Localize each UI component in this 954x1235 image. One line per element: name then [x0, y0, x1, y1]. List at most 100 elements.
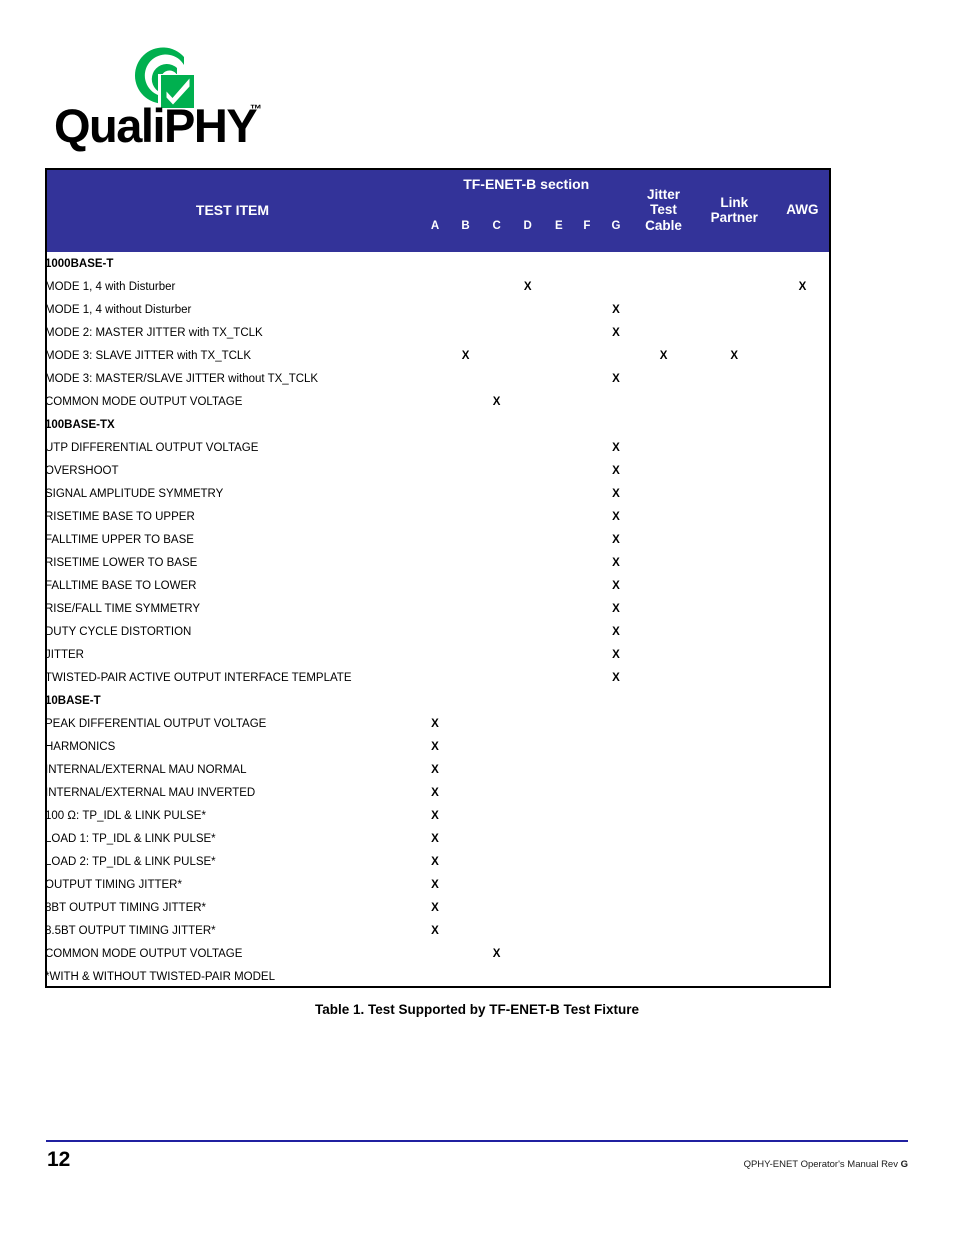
cell-mark — [450, 689, 481, 712]
cell-mark — [481, 712, 512, 735]
cell-mark — [574, 919, 599, 942]
cell-mark — [420, 620, 450, 643]
cell-mark — [774, 758, 831, 781]
cell-mark — [450, 551, 481, 574]
cell-mark — [450, 896, 481, 919]
cell-mark — [512, 735, 543, 758]
cell-mark — [543, 942, 574, 965]
header-section-b: B — [450, 200, 482, 252]
table-row: RISE/FALL TIME SYMMETRY X — [45, 597, 831, 620]
cell-mark — [632, 597, 694, 620]
cell-mark — [481, 344, 512, 367]
header-jitter-test-cable-line-2: Test — [650, 202, 677, 218]
cell-mark: X — [431, 809, 439, 822]
cell-mark — [543, 758, 574, 781]
cell-mark — [450, 781, 481, 804]
test-item-label: LOAD 1: TP_IDL & LINK PULSE* — [45, 832, 216, 845]
cell-mark — [481, 482, 512, 505]
test-item-label: INTERNAL/EXTERNAL MAU INVERTED — [45, 786, 256, 799]
cell-mark — [632, 850, 694, 873]
cell-mark: X — [612, 372, 620, 385]
cell-mark — [695, 666, 774, 689]
table-row: MODE 3: SLAVE JITTER with TX_TCLK X X X — [45, 344, 831, 367]
cell-mark — [512, 804, 543, 827]
cell-mark — [420, 643, 450, 666]
cell-mark — [512, 689, 543, 712]
cell-mark — [481, 528, 512, 551]
cell-mark: X — [431, 878, 439, 891]
cell-mark — [574, 574, 599, 597]
table-row: OUTPUT TIMING JITTER* X — [45, 873, 831, 896]
cell-mark — [543, 873, 574, 896]
table-row: LOAD 1: TP_IDL & LINK PULSE* X — [45, 827, 831, 850]
cell-mark — [599, 850, 632, 873]
cell-mark — [543, 781, 574, 804]
cell-mark — [599, 781, 632, 804]
cell-mark — [543, 643, 574, 666]
cell-mark — [774, 321, 831, 344]
cell-mark — [512, 390, 543, 413]
cell-mark — [695, 574, 774, 597]
cell-mark — [774, 965, 831, 988]
cell-mark — [481, 551, 512, 574]
cell-mark: X — [431, 786, 439, 799]
footer-divider — [46, 1140, 908, 1142]
cell-mark — [574, 873, 599, 896]
cell-mark: X — [798, 280, 807, 293]
cell-mark — [774, 574, 831, 597]
table-row: MODE 3: MASTER/SLAVE JITTER without TX_T… — [45, 367, 831, 390]
cell-mark — [574, 275, 599, 298]
cell-mark — [512, 873, 543, 896]
cell-mark — [481, 574, 512, 597]
cell-mark — [512, 620, 543, 643]
cell-mark: X — [523, 280, 532, 293]
test-item-label: COMMON MODE OUTPUT VOLTAGE — [45, 395, 243, 408]
header-jitter-test-cable: Jitter Test Cable — [632, 168, 695, 252]
cell-mark — [774, 850, 831, 873]
cell-mark — [450, 804, 481, 827]
cell-mark — [450, 942, 481, 965]
cell-mark — [450, 252, 481, 275]
test-item-label: PEAK DIFFERENTIAL OUTPUT VOLTAGE — [45, 717, 267, 730]
table-row-section-title: 10BASE-T — [45, 689, 831, 712]
cell-mark — [632, 689, 694, 712]
cell-mark — [632, 666, 694, 689]
cell-mark — [543, 919, 574, 942]
manual-revision: G — [900, 1159, 908, 1170]
cell-mark — [543, 367, 574, 390]
cell-mark — [543, 551, 574, 574]
cell-mark — [450, 436, 481, 459]
cell-mark — [420, 666, 450, 689]
header-link-partner-line-2: Partner — [710, 210, 758, 225]
cell-mark — [774, 459, 831, 482]
cell-mark — [481, 689, 512, 712]
cell-mark — [543, 574, 574, 597]
cell-mark — [574, 827, 599, 850]
cell-mark — [599, 390, 632, 413]
cell-mark — [574, 436, 599, 459]
cell-mark — [632, 896, 694, 919]
cell-mark — [481, 919, 512, 942]
cell-mark — [695, 298, 774, 321]
test-item-label: MODE 2: MASTER JITTER with TX_TCLK — [45, 326, 263, 339]
cell-mark — [481, 436, 512, 459]
section-title: 100BASE-TX — [45, 418, 115, 431]
cell-mark — [574, 528, 599, 551]
cell-mark — [420, 942, 450, 965]
table-row: INTERNAL/EXTERNAL MAU INVERTED X — [45, 781, 831, 804]
cell-mark: X — [431, 855, 439, 868]
cell-mark — [632, 942, 694, 965]
table-row: FALLTIME UPPER TO BASE X — [45, 528, 831, 551]
cell-mark — [481, 965, 512, 988]
section-title: 10BASE-T — [45, 694, 101, 707]
cell-mark — [632, 436, 694, 459]
cell-mark — [481, 735, 512, 758]
cell-mark — [420, 574, 450, 597]
cell-mark — [574, 712, 599, 735]
cell-mark — [599, 413, 632, 436]
cell-mark — [543, 597, 574, 620]
cell-mark — [632, 413, 694, 436]
cell-mark — [632, 252, 694, 275]
cell-mark — [543, 505, 574, 528]
cell-mark — [574, 758, 599, 781]
